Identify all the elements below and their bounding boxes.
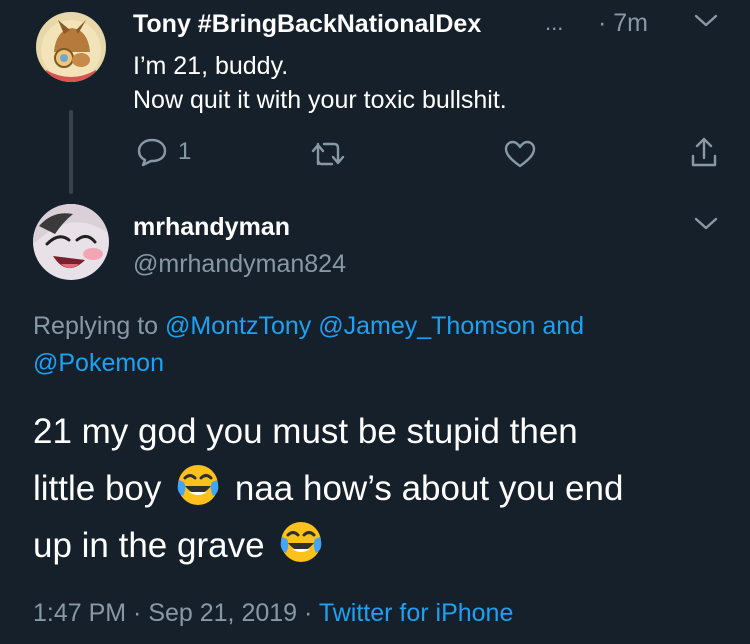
main-tweet-text: 21 my god you must be stupid then little…	[33, 403, 733, 574]
tony-tweet-line-2: Now quit it with your toxic bullshit.	[133, 86, 507, 114]
reply-icon	[137, 138, 167, 167]
replying-to-label: Replying to	[33, 312, 159, 340]
retweet-button[interactable]	[310, 140, 346, 173]
main-tweet-line-2: little boy naa how’s about you end	[33, 460, 733, 517]
joy-emoji	[177, 465, 219, 505]
main-tweet-line-1: 21 my god you must be stupid then	[33, 412, 578, 451]
avatar-mrhandyman[interactable]	[33, 204, 109, 280]
main-tweet-line-3-text: up in the grave	[33, 526, 265, 565]
reply-count: 1	[178, 138, 192, 165]
main-tweet-menu[interactable]	[693, 215, 719, 238]
chevron-down-icon	[694, 217, 718, 230]
tony-tweet-menu[interactable]	[693, 12, 719, 35]
name-truncation: ...	[545, 10, 564, 35]
tweet-client-link[interactable]: Twitter for iPhone	[319, 599, 514, 627]
replying-to-line: Replying to @MontzTony @Jamey_Thomson an…	[33, 312, 584, 341]
mention-montztony[interactable]: @MontzTony	[165, 312, 311, 340]
mention-jamey-thomson[interactable]: @Jamey_Thomson	[318, 312, 535, 340]
share-button[interactable]	[689, 136, 719, 173]
mention-and-others[interactable]: and	[542, 312, 584, 340]
mrhandyman-author-name[interactable]: mrhandyman	[133, 213, 290, 242]
main-tweet-line-2b: naa how’s about you end	[234, 469, 624, 508]
tony-tweet-time[interactable]: · 7m	[598, 9, 648, 38]
chevron-down-icon	[694, 14, 718, 27]
avatar-tony[interactable]	[36, 12, 106, 82]
retweet-icon	[311, 142, 345, 166]
like-button[interactable]	[504, 140, 536, 173]
main-tweet-line-2a: little boy	[33, 469, 162, 508]
mention-pokemon[interactable]: @Pokemon	[33, 349, 164, 378]
main-tweet-line-3: up in the grave	[33, 517, 733, 574]
reply-button[interactable]: 1	[136, 137, 191, 167]
tweet-timestamp[interactable]: 1:47 PM · Sep 21, 2019 ·	[33, 599, 319, 627]
tony-author-name[interactable]: Tony #BringBackNationalDex	[133, 10, 481, 39]
joy-emoji	[280, 522, 322, 562]
share-icon	[691, 137, 717, 167]
tony-tweet-line-1: I’m 21, buddy.	[133, 52, 289, 80]
thread-connector	[69, 110, 73, 194]
like-icon	[504, 140, 536, 168]
tweet-timestamp-line: 1:47 PM · Sep 21, 2019 · Twitter for iPh…	[33, 599, 513, 628]
mrhandyman-handle[interactable]: @mrhandyman824	[133, 250, 346, 279]
